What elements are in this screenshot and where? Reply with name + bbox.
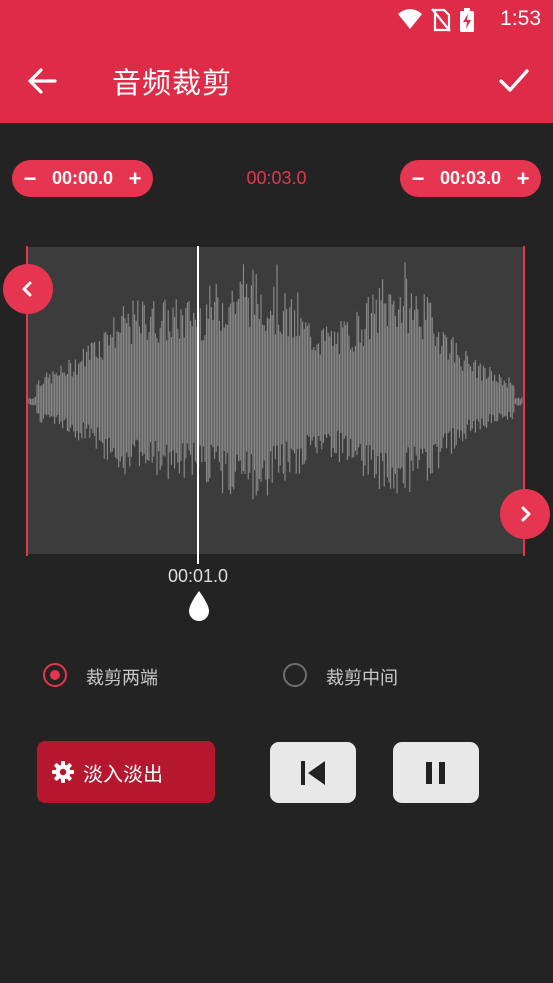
trim-end-handle[interactable] xyxy=(500,489,550,539)
skip-start-icon xyxy=(301,760,325,785)
playhead-drag-icon[interactable] xyxy=(187,590,211,622)
mode-radio-trim-ends[interactable] xyxy=(43,663,67,687)
page-title: 音频裁剪 xyxy=(112,66,233,100)
playhead-time: 00:01.0 xyxy=(167,566,229,586)
end-time-value: 00:03.0 xyxy=(439,168,502,188)
mode-label-trim-middle[interactable]: 裁剪中间 xyxy=(326,664,398,690)
playhead-line[interactable] xyxy=(197,246,199,564)
back-arrow-icon[interactable] xyxy=(25,64,59,98)
battery-charging-icon xyxy=(460,8,474,32)
no-sim-icon xyxy=(431,8,451,32)
mode-label-trim-ends[interactable]: 裁剪两端 xyxy=(86,664,158,690)
mode-radio-trim-middle[interactable] xyxy=(283,663,307,687)
trim-start-handle[interactable] xyxy=(3,264,53,314)
end-minus-button[interactable]: − xyxy=(410,166,426,192)
confirm-check-icon[interactable] xyxy=(497,63,531,97)
fade-in-out-button[interactable]: 淡入淡出 xyxy=(37,741,215,803)
chevron-left-icon xyxy=(22,281,32,297)
fade-in-out-label: 淡入淡出 xyxy=(83,761,163,786)
chevron-right-icon xyxy=(521,506,531,522)
waveform xyxy=(28,262,523,500)
skip-to-start-button[interactable] xyxy=(270,742,356,803)
app-header: 1:53 音频裁剪 xyxy=(0,0,553,123)
end-plus-button[interactable]: + xyxy=(515,166,531,192)
end-time-control: − 00:03.0 + xyxy=(400,160,541,197)
pause-icon xyxy=(426,761,445,784)
wifi-icon xyxy=(398,9,422,29)
status-time: 1:53 xyxy=(500,7,541,30)
gear-icon xyxy=(51,760,75,784)
status-icons xyxy=(397,8,475,32)
pause-button[interactable] xyxy=(393,742,479,803)
